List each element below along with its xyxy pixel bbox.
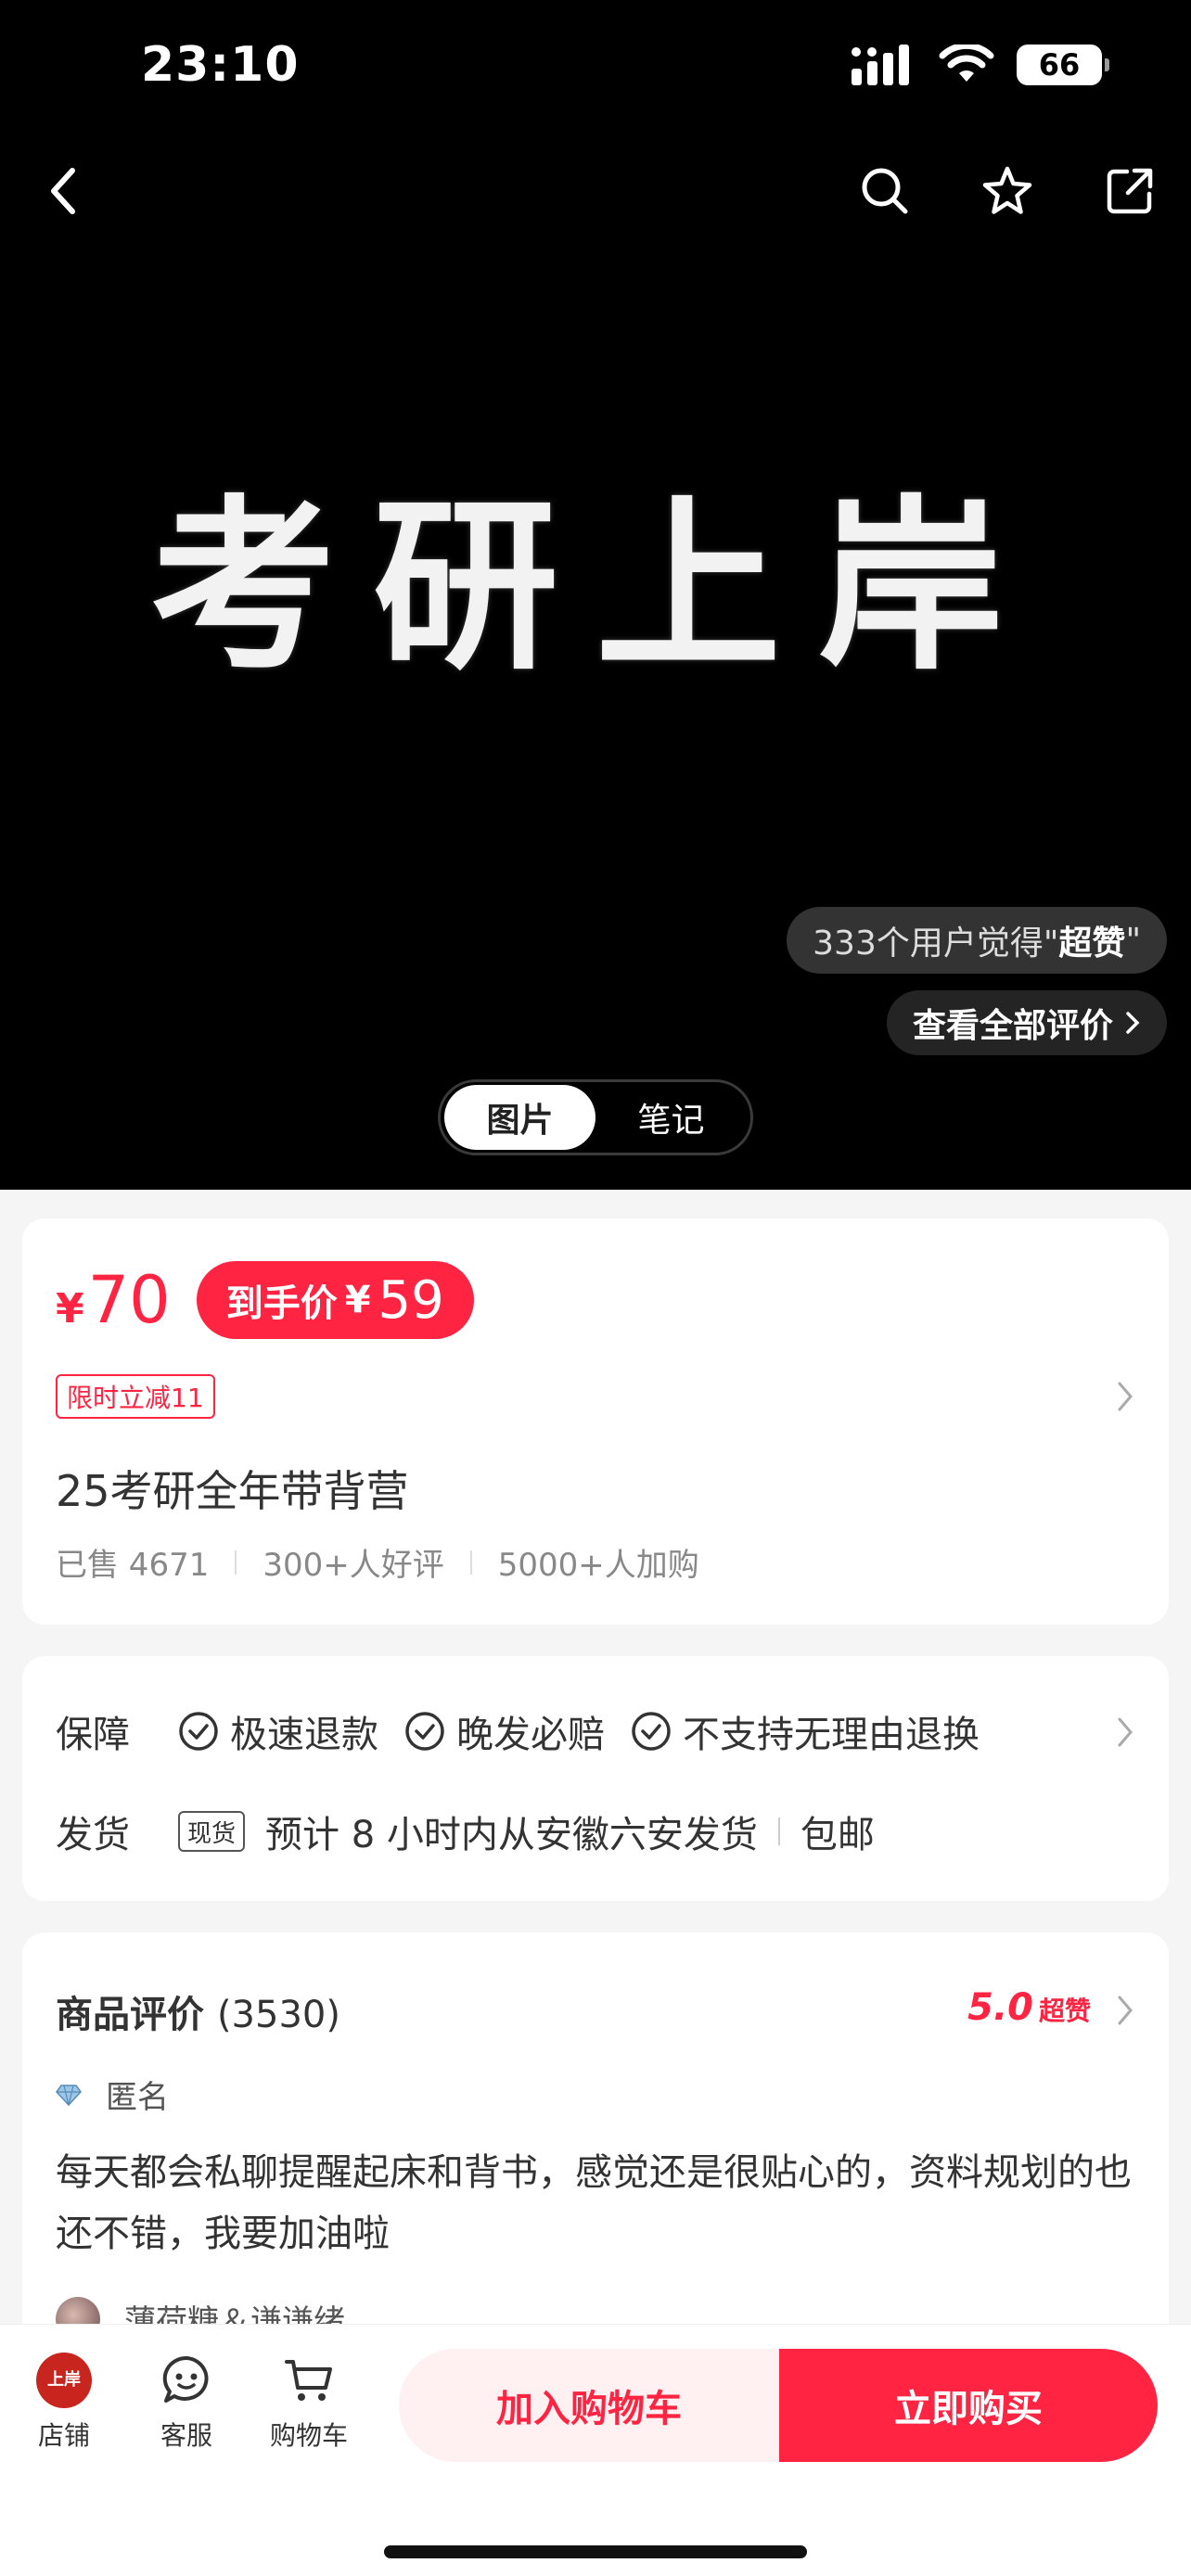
customer-service-button[interactable]: 客服 [135,2353,237,2453]
store-label: 店铺 [37,2420,90,2451]
reviews-score: 5.0 超赞 [967,1986,1091,2029]
cart-add-count: 5000+人加购 [497,1547,699,1584]
service-label: 客服 [160,2420,212,2451]
promo-tag[interactable]: 限时立减11 [56,1374,215,1419]
final-price-label: 到手价 [225,1282,338,1325]
tab-notes[interactable]: 笔记 [596,1085,747,1150]
search-button[interactable] [852,158,918,224]
chevron-right-icon [1118,1717,1133,1747]
chat-icon [162,2355,209,2403]
final-price-value: 59 [378,1269,444,1331]
free-shipping: 包邮 [800,1814,875,1856]
final-price-badge: 到手价 ¥ 59 [196,1261,474,1339]
signal-icon [852,45,909,85]
check-circle-icon [632,1712,671,1751]
tab-images[interactable]: 图片 [444,1085,596,1150]
promo-chevron[interactable] [1111,1378,1139,1415]
share-icon [1107,168,1153,214]
guarantee-item: 不支持无理由退换 [631,1704,980,1758]
star-icon [982,166,1032,214]
good-review-count: 300+人好评 [263,1547,444,1584]
shipping-label: 发货 [56,1814,130,1856]
divider [777,1817,780,1845]
wifi-icon [939,45,994,82]
reviewer-name: 匿名 [106,2079,169,2116]
guarantee-text: 不支持无理由退换 [683,1714,980,1756]
shipping-text: 预计 8 小时内从安徽六安发货 [265,1814,758,1856]
hero-image-title: 考研上岸 [149,478,1041,695]
stock-badge: 现货 [178,1811,246,1852]
price-card: ¥ 70 到手价 ¥ 59 限时立减11 25考研全年带背营 已售 4671 3… [22,1218,1169,1625]
check-circle-icon [405,1712,444,1751]
chevron-right-icon [1118,1996,1133,2025]
divider [235,1549,237,1575]
cart-icon [285,2360,332,2401]
chevron-right-icon [1118,1382,1133,1411]
add-to-cart-button[interactable]: 加入购物车 [399,2349,779,2462]
product-title: 25考研全年带背营 [56,1466,409,1516]
guarantee-label: 保障 [56,1714,130,1756]
review-text: 每天都会私聊提醒起床和背书，感觉还是很贴心的，资料规划的也还不错，我要加油啦 [56,2151,1132,2255]
store-button[interactable]: 上岸 店铺 [13,2353,115,2453]
sold-count: 已售 4671 [56,1547,210,1584]
guarantee-chevron[interactable] [1111,1714,1139,1751]
view-all-reviews-button[interactable]: 查看全部评价 [886,990,1167,1055]
liked-badge-emph: 超赞 [1058,925,1126,963]
currency-symbol: ¥ [56,1284,84,1333]
view-all-reviews-label: 查看全部评价 [912,1007,1113,1045]
price-row: ¥ 70 到手价 ¥ 59 [56,1261,474,1339]
final-price-currency: ¥ [344,1279,371,1321]
product-image-area[interactable]: 23:10 66 考研上岸 333个用户觉得" 超赞 " 查看全部评价 图片 笔… [0,0,1191,1190]
divider [469,1549,472,1575]
chevron-right-icon [1126,1012,1140,1034]
bottom-action-bar: 上岸 店铺 客服 购物车 加入购物车 立即购买 [0,2324,1191,2576]
guarantee-text: 晚发必赔 [456,1714,605,1756]
store-logo-icon: 上岸 [36,2353,92,2408]
diamond-icon [56,2084,82,2106]
favorite-button[interactable] [974,158,1041,224]
cart-button[interactable]: 购物车 [258,2353,360,2453]
product-meta: 已售 4671 300+人好评 5000+人加购 [56,1539,699,1585]
guarantee-row: 保障 极速退款 晚发必赔 不支持无理由退换 [56,1704,1005,1758]
reviews-count: (3530) [216,1994,340,2036]
buy-now-button[interactable]: 立即购买 [779,2349,1158,2462]
status-time: 23:10 [141,37,300,93]
battery-icon: 66 [1017,45,1109,85]
shipping-row: 发货 现货 预计 8 小时内从安徽六安发货 包邮 [56,1804,875,1858]
reviewer: 匿名 [56,2072,169,2117]
liked-badge: 333个用户觉得" 超赞 " [787,907,1167,974]
back-arrow-icon [51,168,75,214]
reviews-title: 商品评价 (3530) [56,1984,340,2038]
guarantee-item: 极速退款 [178,1704,378,1758]
cart-label: 购物车 [269,2420,348,2451]
guarantee-text: 极速退款 [230,1714,378,1756]
score-value: 5.0 [967,1986,1033,2029]
search-icon [862,168,908,214]
guarantee-card[interactable]: 保障 极速退款 晚发必赔 不支持无理由退换 发货 现货 预计 8 小时内从安徽六… [22,1656,1169,1901]
reviews-chevron[interactable] [1111,1992,1139,2029]
back-button[interactable] [30,158,96,224]
status-icons: 66 [852,45,1109,85]
guarantee-item: 晚发必赔 [404,1704,605,1758]
media-toggle: 图片 笔记 [438,1079,753,1155]
current-price: 70 [87,1262,171,1338]
check-circle-icon [179,1712,218,1751]
reviews-title-text: 商品评价 [56,1994,204,2036]
liked-badge-prefix: 333个用户觉得" [813,925,1059,963]
liked-badge-suffix: " [1125,921,1141,960]
share-button[interactable] [1096,158,1163,224]
home-indicator [384,2545,807,2558]
score-label: 超赞 [1038,1996,1091,2026]
